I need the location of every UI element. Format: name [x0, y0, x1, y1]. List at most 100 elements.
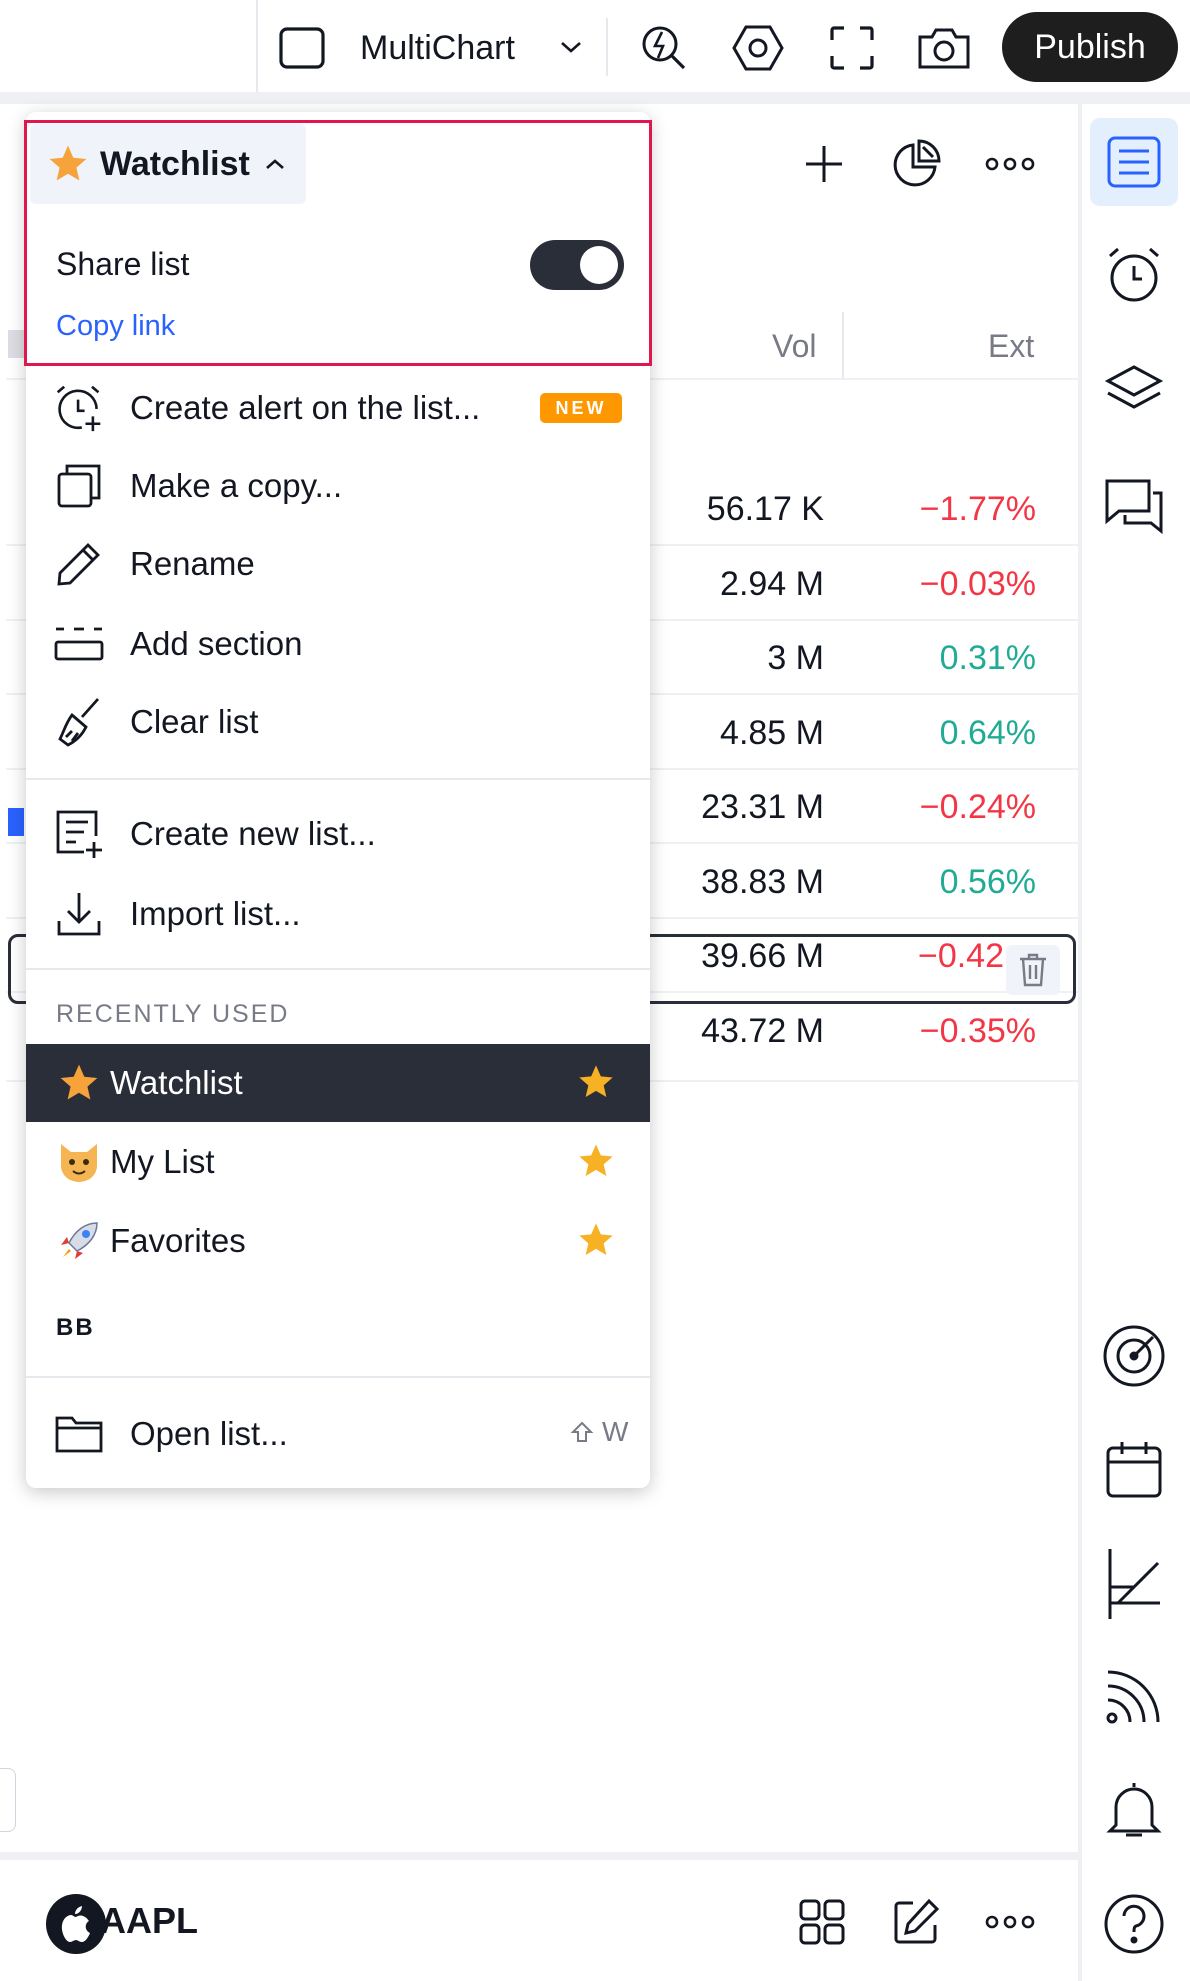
row-volume: 23.31 M	[701, 788, 824, 826]
row-volume: 2.94 M	[720, 565, 824, 603]
row-flag	[8, 330, 24, 358]
menu-item-label: Open list...	[130, 1415, 288, 1452]
chevron-down-icon[interactable]	[556, 32, 586, 62]
sidebar-help-icon[interactable]	[1090, 1880, 1178, 1968]
sidebar-alarm-icon[interactable]	[1090, 230, 1178, 318]
recent-list-item[interactable]: My List	[26, 1123, 650, 1201]
multichart-label: MultiChart	[360, 28, 515, 67]
toolbar-divider	[606, 18, 608, 76]
row-change: −0.35%	[919, 1012, 1036, 1050]
menu-item-clear-list[interactable]: Clear list	[26, 684, 650, 760]
menu-item-label: Rename	[130, 545, 255, 582]
star-icon	[56, 1060, 102, 1106]
sidebar-chat-icon[interactable]	[1090, 462, 1178, 550]
sidebar-target-icon[interactable]	[1090, 1312, 1178, 1400]
copy-icon	[54, 461, 104, 511]
cat-icon	[56, 1139, 102, 1185]
menu-item-open-list[interactable]: Open list... W	[26, 1396, 650, 1472]
open-list-shortcut: W	[570, 1416, 628, 1448]
sidebar-bell-icon[interactable]	[1090, 1766, 1178, 1854]
trash-icon[interactable]	[1006, 945, 1060, 995]
row-change: −1.77%	[919, 490, 1036, 528]
more-options-bottom-icon[interactable]	[982, 1902, 1038, 1942]
menu-item-add-section[interactable]: Add section	[26, 606, 650, 682]
row-volume: 56.17 K	[706, 490, 824, 528]
add-section-icon	[54, 619, 104, 669]
toolbar-divider	[256, 0, 258, 92]
publish-label: Publish	[1034, 27, 1146, 66]
alarm-plus-icon	[54, 383, 104, 433]
shift-key-icon	[570, 1421, 594, 1442]
column-header-ext[interactable]: Ext	[988, 328, 1034, 365]
recent-list-label: Watchlist	[110, 1064, 243, 1101]
recent-list-label: My List	[110, 1143, 215, 1180]
row-flag-blue[interactable]	[8, 808, 24, 836]
menu-item-label: Import list...	[130, 895, 301, 932]
bottom-divider	[0, 1852, 1078, 1860]
shortcut-key: W	[602, 1416, 629, 1447]
row-change: −0.24%	[919, 788, 1036, 826]
pencil-icon	[54, 539, 104, 589]
more-options-icon[interactable]	[982, 142, 1038, 186]
grid-layout-icon[interactable]	[794, 1894, 850, 1950]
row-change: −0.03%	[919, 565, 1036, 603]
column-header-vol[interactable]: Vol	[772, 328, 816, 365]
new-list-icon	[54, 809, 104, 859]
list-section-bb[interactable]: BB	[56, 1314, 95, 1342]
menu-divider	[26, 1376, 650, 1378]
broom-icon	[54, 697, 104, 747]
sidebar-signal-icon[interactable]	[1090, 1652, 1178, 1740]
favorite-star-icon[interactable]	[576, 1220, 616, 1265]
quick-search-icon[interactable]	[634, 18, 694, 78]
top-toolbar: MultiChart Publish	[0, 0, 1190, 96]
settings-hexagon-icon[interactable]	[728, 18, 788, 78]
menu-divider	[26, 778, 650, 780]
menu-item-rename[interactable]: Rename	[26, 526, 650, 602]
menu-item-label: Make a copy...	[130, 467, 343, 504]
favorite-star-icon[interactable]	[576, 1062, 616, 1107]
download-icon	[54, 889, 104, 939]
menu-item-label: Clear list	[130, 703, 259, 740]
menu-item-create-new-list[interactable]: Create new list...	[26, 796, 650, 872]
row-volume: 38.83 M	[701, 863, 824, 901]
share-section-highlight	[24, 120, 652, 366]
menu-item-import-list[interactable]: Import list...	[26, 876, 650, 952]
row-volume: 43.72 M	[701, 1012, 824, 1050]
row-change: 0.31%	[939, 639, 1036, 677]
folder-icon	[54, 1409, 104, 1459]
sidebar-watchlist-icon[interactable]	[1090, 118, 1178, 206]
rocket-icon	[56, 1218, 102, 1264]
column-divider	[842, 312, 844, 378]
multichart-button[interactable]: MultiChart	[360, 24, 515, 72]
menu-item-label: Add section	[130, 625, 303, 662]
row-volume: 3 M	[767, 639, 824, 677]
symbol-name: AAPL	[100, 1900, 198, 1941]
row-change: 0.56%	[939, 863, 1036, 901]
recent-list-label: Favorites	[110, 1222, 246, 1259]
sidebar-divider	[1078, 104, 1082, 1981]
favorite-star-icon[interactable]	[576, 1141, 616, 1186]
add-symbol-icon[interactable]	[796, 136, 852, 192]
menu-item-label: Create alert on the list...	[130, 389, 481, 426]
recent-list-item[interactable]: Watchlist	[26, 1044, 650, 1122]
sidebar-strategy-icon[interactable]	[1090, 1540, 1178, 1628]
menu-item-create-alert[interactable]: Create alert on the list... NEW	[26, 370, 650, 446]
row-change: 0.64%	[939, 714, 1036, 752]
new-badge: NEW	[540, 393, 622, 423]
pie-chart-icon[interactable]	[886, 134, 946, 194]
publish-button[interactable]: Publish	[1002, 12, 1178, 82]
apple-logo-icon	[46, 1894, 106, 1954]
menu-divider	[26, 968, 650, 970]
sidebar-calendar-icon[interactable]	[1090, 1426, 1178, 1514]
row-volume: 4.85 M	[720, 714, 824, 752]
sidebar-layers-icon[interactable]	[1090, 346, 1178, 434]
menu-item-label: Create new list...	[130, 815, 376, 852]
edit-note-icon[interactable]	[888, 1894, 944, 1950]
collapse-handle[interactable]	[0, 1768, 16, 1832]
layout-square-icon[interactable]	[276, 24, 328, 72]
menu-item-make-copy[interactable]: Make a copy...	[26, 448, 650, 524]
fullscreen-icon[interactable]	[822, 18, 882, 78]
toolbar-bottom-border	[0, 92, 1190, 104]
recent-list-item[interactable]: Favorites	[26, 1202, 650, 1280]
camera-icon[interactable]	[914, 18, 974, 78]
